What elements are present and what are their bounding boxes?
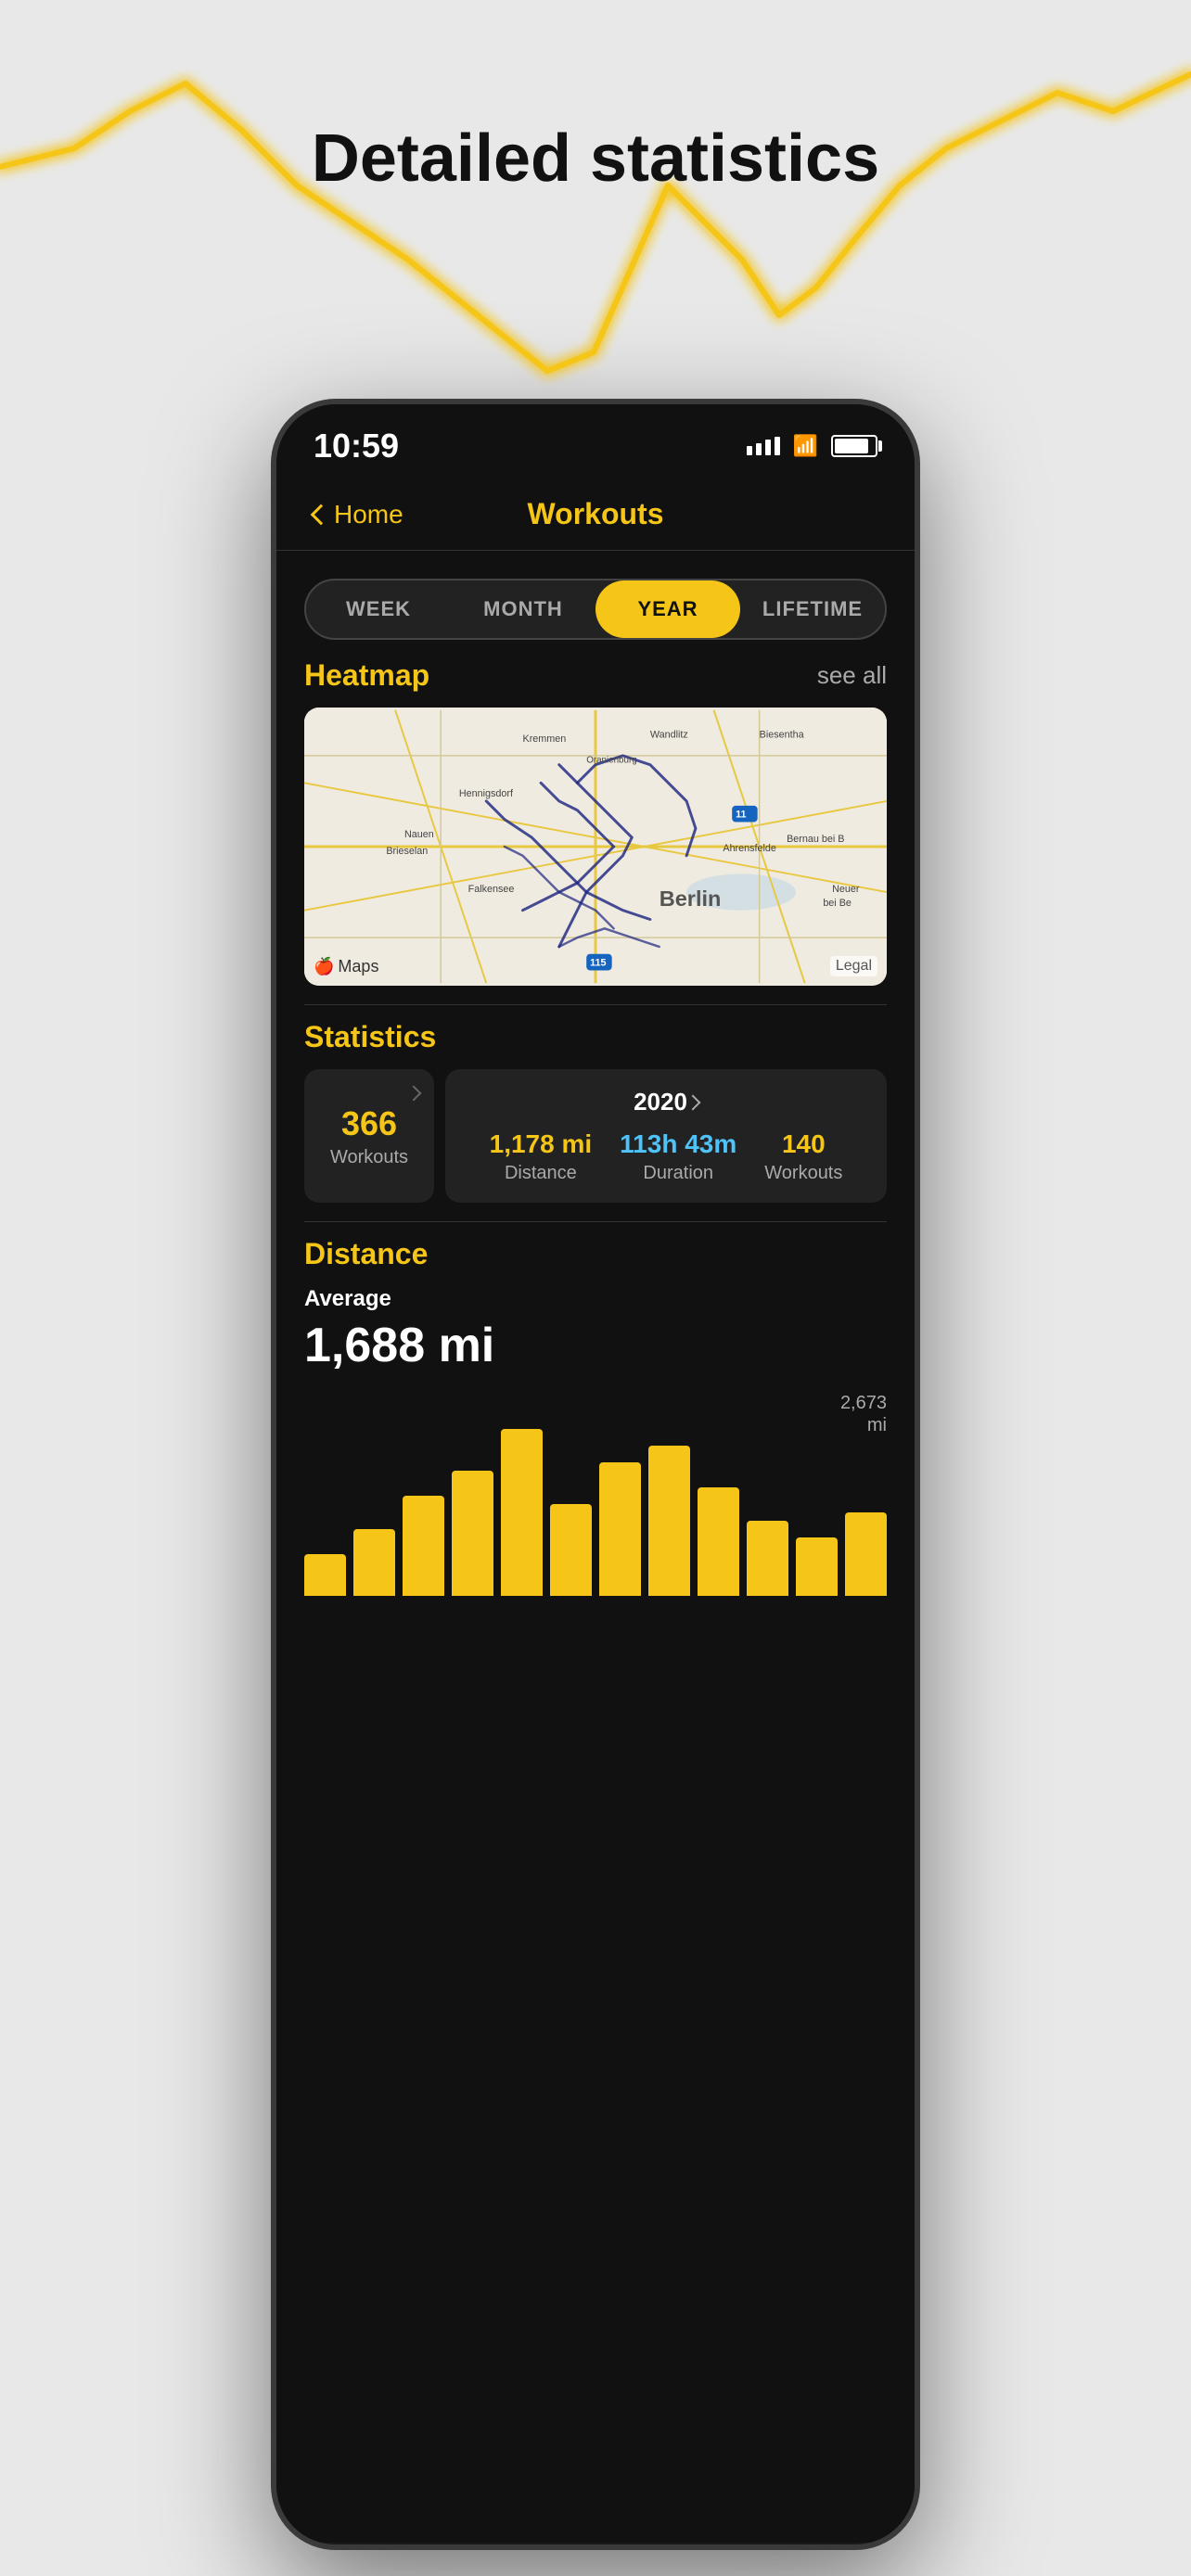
stat-duration-label: Duration — [643, 1163, 713, 1184]
svg-text:115: 115 — [590, 958, 606, 969]
bar-11 — [796, 1537, 838, 1596]
stat-row: 1,178 mi Distance 113h 43m Duration 140 … — [490, 1129, 843, 1184]
statistics-grid: 366 Workouts 2020 1,178 mi Distance — [304, 1069, 887, 1203]
stat-duration-value: 113h 43m — [620, 1129, 736, 1159]
page-hero-title: Detailed statistics — [312, 121, 879, 197]
bar-10 — [747, 1521, 788, 1596]
bar-chart-area — [304, 1429, 887, 1596]
statistics-section: Statistics 366 Workouts 2020 — [276, 1020, 915, 1203]
map-legal: Legal — [830, 956, 877, 976]
back-button[interactable]: Home — [314, 500, 403, 529]
svg-text:Hennigsdorf: Hennigsdorf — [459, 788, 514, 799]
svg-text:Ahrensfelde: Ahrensfelde — [723, 843, 776, 854]
bar-2 — [353, 1529, 395, 1596]
total-workouts-value: 366 — [341, 1104, 397, 1143]
stat-workouts-value: 140 — [782, 1129, 826, 1159]
bar-12 — [845, 1512, 887, 1596]
stat-workouts: 140 Workouts — [764, 1129, 842, 1184]
svg-text:Bernau bei B: Bernau bei B — [787, 834, 844, 845]
phone-frame: 10:59 📶 Home Workouts WEEK MONTH YEAR LI… — [271, 399, 920, 2550]
svg-text:Wandlitz: Wandlitz — [650, 729, 688, 740]
stat-distance-value: 1,178 mi — [490, 1129, 593, 1159]
bar-7 — [599, 1462, 641, 1596]
divider-2 — [304, 1221, 887, 1222]
avg-value: 1,688 mi — [304, 1318, 887, 1373]
heatmap-section: Heatmap see all — [276, 658, 915, 986]
svg-text:Biesentha: Biesentha — [760, 729, 804, 740]
svg-text:Berlin: Berlin — [660, 886, 722, 911]
background-chart — [0, 0, 1191, 482]
heatmap-title: Heatmap — [304, 658, 429, 693]
background-area: Detailed statistics — [0, 0, 1191, 482]
map-background: Kremmen Wandlitz Biesentha Oranienburg H… — [304, 708, 887, 986]
back-label: Home — [334, 500, 403, 529]
left-card-chevron-icon — [406, 1086, 422, 1102]
stats-card-left[interactable]: 366 Workouts — [304, 1069, 434, 1203]
stat-year: 2020 — [634, 1088, 687, 1116]
tab-month[interactable]: MONTH — [451, 580, 596, 638]
map-svg: Kremmen Wandlitz Biesentha Oranienburg H… — [304, 708, 887, 986]
stat-distance: 1,178 mi Distance — [490, 1129, 593, 1184]
svg-text:Neuer: Neuer — [832, 884, 860, 895]
tab-year[interactable]: YEAR — [596, 580, 740, 638]
stats-card-right[interactable]: 2020 1,178 mi Distance 113h 43m Duration — [445, 1069, 887, 1203]
svg-text:Nauen: Nauen — [404, 829, 434, 840]
stat-duration: 113h 43m Duration — [620, 1129, 736, 1184]
tab-lifetime[interactable]: LIFETIME — [740, 580, 885, 638]
bar-5 — [501, 1429, 543, 1596]
distance-section: Distance Average 1,688 mi 2,673mi — [276, 1237, 915, 1596]
phone-content: WEEK MONTH YEAR LIFETIME Heatmap see all — [276, 551, 915, 2543]
segment-tabs: WEEK MONTH YEAR LIFETIME — [304, 579, 887, 640]
distance-title: Distance — [304, 1237, 428, 1270]
bar-1 — [304, 1554, 346, 1596]
tab-week[interactable]: WEEK — [306, 580, 451, 638]
stat-year-header: 2020 — [634, 1088, 698, 1116]
year-chevron-icon — [685, 1094, 700, 1110]
stat-distance-label: Distance — [505, 1163, 577, 1184]
back-chevron-icon — [311, 504, 332, 525]
map-watermark: 🍎 Maps — [314, 957, 378, 976]
bar-9 — [698, 1487, 739, 1596]
statistics-header: Statistics — [304, 1020, 887, 1054]
heatmap-header: Heatmap see all — [304, 658, 887, 693]
stat-workouts-label: Workouts — [764, 1163, 842, 1184]
bar-8 — [648, 1446, 690, 1596]
distance-chart: 2,673mi — [304, 1392, 887, 1596]
bar-3 — [403, 1496, 444, 1596]
nav-title: Workouts — [528, 497, 664, 531]
svg-text:Brieselan: Brieselan — [386, 846, 428, 857]
bar-4 — [452, 1471, 493, 1596]
statistics-title: Statistics — [304, 1020, 436, 1054]
svg-text:11: 11 — [736, 810, 746, 821]
svg-text:Oranienburg: Oranienburg — [586, 756, 636, 766]
svg-text:Falkensee: Falkensee — [468, 884, 515, 895]
heatmap-map[interactable]: Kremmen Wandlitz Biesentha Oranienburg H… — [304, 708, 887, 986]
nav-bar: Home Workouts — [276, 488, 915, 551]
divider-1 — [304, 1004, 887, 1005]
heatmap-see-all[interactable]: see all — [817, 661, 887, 690]
svg-text:Kremmen: Kremmen — [523, 733, 567, 745]
avg-label: Average — [304, 1286, 887, 1312]
svg-text:bei Be: bei Be — [823, 898, 852, 909]
bar-6 — [550, 1504, 592, 1596]
total-workouts-label: Workouts — [330, 1147, 408, 1168]
